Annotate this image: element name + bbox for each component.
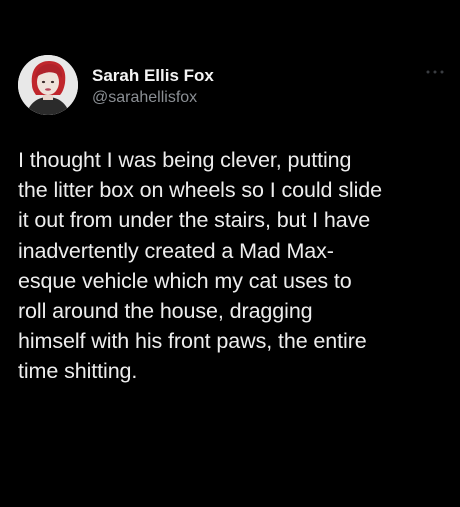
more-options-button[interactable] — [424, 65, 446, 79]
author-handle[interactable]: @sarahellisfox — [92, 88, 214, 108]
profile-photo-icon — [18, 55, 78, 115]
avatar[interactable] — [18, 55, 78, 115]
author-info: Sarah Ellis Fox @sarahellisfox — [92, 66, 214, 108]
author-display-name[interactable]: Sarah Ellis Fox — [92, 66, 214, 86]
tweet-header: Sarah Ellis Fox @sarahellisfox — [18, 55, 448, 115]
more-horizontal-icon — [426, 70, 444, 74]
tweet-text: I thought I was being clever, putting th… — [18, 148, 382, 384]
